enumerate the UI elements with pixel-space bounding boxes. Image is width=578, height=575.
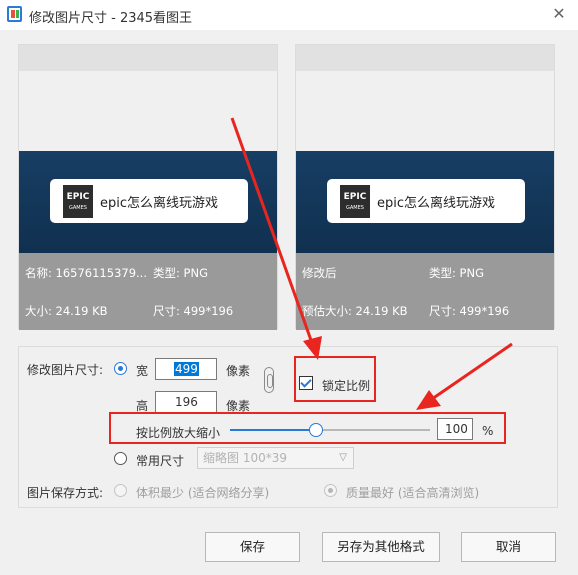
preview-modified: EPIC GAMES epic怎么离线玩游戏 修改后 类型: PNG 预估大小:…: [295, 44, 555, 330]
estimated-size: 预估大小: 24.19 KB: [302, 304, 408, 318]
save-button[interactable]: 保存: [205, 532, 300, 562]
preview-card: EPIC GAMES epic怎么离线玩游戏: [327, 179, 525, 223]
preview-card: EPIC GAMES epic怎么离线玩游戏: [50, 179, 248, 223]
file-type: 类型: PNG: [153, 266, 208, 280]
highlight-lock-ratio: [294, 356, 376, 402]
width-unit: 像素: [226, 364, 251, 378]
height-input[interactable]: 196: [155, 391, 217, 413]
close-button[interactable]: ✕: [546, 2, 572, 26]
smallest-size-radio[interactable]: [114, 484, 127, 497]
highlight-scale-row: [109, 412, 506, 444]
preview-top-band: [19, 45, 277, 71]
common-size-dropdown[interactable]: 缩略图 100*39 ▽: [197, 447, 354, 469]
preview-image: EPIC GAMES epic怎么离线玩游戏: [296, 151, 554, 253]
custom-size-radio[interactable]: [114, 362, 127, 375]
common-size-value: 缩略图 100*39: [203, 451, 287, 465]
width-label: 宽: [136, 364, 149, 378]
best-quality-radio[interactable]: [324, 484, 337, 497]
epic-games-logo: EPIC GAMES: [63, 185, 93, 218]
file-size: 大小: 24.19 KB: [25, 304, 108, 318]
best-quality-label: 质量最好 (适合高清浏览): [346, 486, 480, 500]
cancel-button[interactable]: 取消: [461, 532, 556, 562]
link-icon: [264, 367, 274, 393]
width-input[interactable]: 499: [155, 358, 217, 380]
preview-info: 名称: 16576115379... 类型: PNG 大小: 24.19 KB …: [19, 253, 277, 330]
preview-original: EPIC GAMES epic怎么离线玩游戏 名称: 16576115379..…: [18, 44, 278, 330]
file-dimensions: 尺寸: 499*196: [153, 304, 234, 318]
chevron-down-icon: ▽: [339, 452, 347, 463]
save-as-button[interactable]: 另存为其他格式: [322, 532, 440, 562]
modified-label: 修改后: [302, 266, 337, 280]
preview-card-text: epic怎么离线玩游戏: [100, 196, 219, 211]
preview-top-band: [296, 45, 554, 71]
preview-info: 修改后 类型: PNG 预估大小: 24.19 KB 尺寸: 499*196: [296, 253, 554, 330]
preview-canvas: [296, 71, 554, 151]
preview-canvas: [19, 71, 277, 151]
common-size-label: 常用尺寸: [136, 454, 185, 468]
epic-games-logo: EPIC GAMES: [340, 185, 370, 218]
app-icon: [7, 6, 22, 22]
window-title: 修改图片尺寸 - 2345看图王: [29, 11, 193, 26]
file-dimensions: 尺寸: 499*196: [429, 304, 510, 318]
smallest-size-label: 体积最少 (适合网络分享): [136, 486, 270, 500]
resize-section-label: 修改图片尺寸:: [27, 363, 104, 377]
common-size-radio[interactable]: [114, 452, 127, 465]
file-name: 名称: 16576115379...: [25, 266, 147, 280]
file-type: 类型: PNG: [429, 266, 484, 280]
preview-image: EPIC GAMES epic怎么离线玩游戏: [19, 151, 277, 253]
title-bar: 修改图片尺寸 - 2345看图王 ✕: [0, 0, 578, 30]
save-mode-label: 图片保存方式:: [27, 486, 104, 500]
preview-card-text: epic怎么离线玩游戏: [377, 196, 496, 211]
